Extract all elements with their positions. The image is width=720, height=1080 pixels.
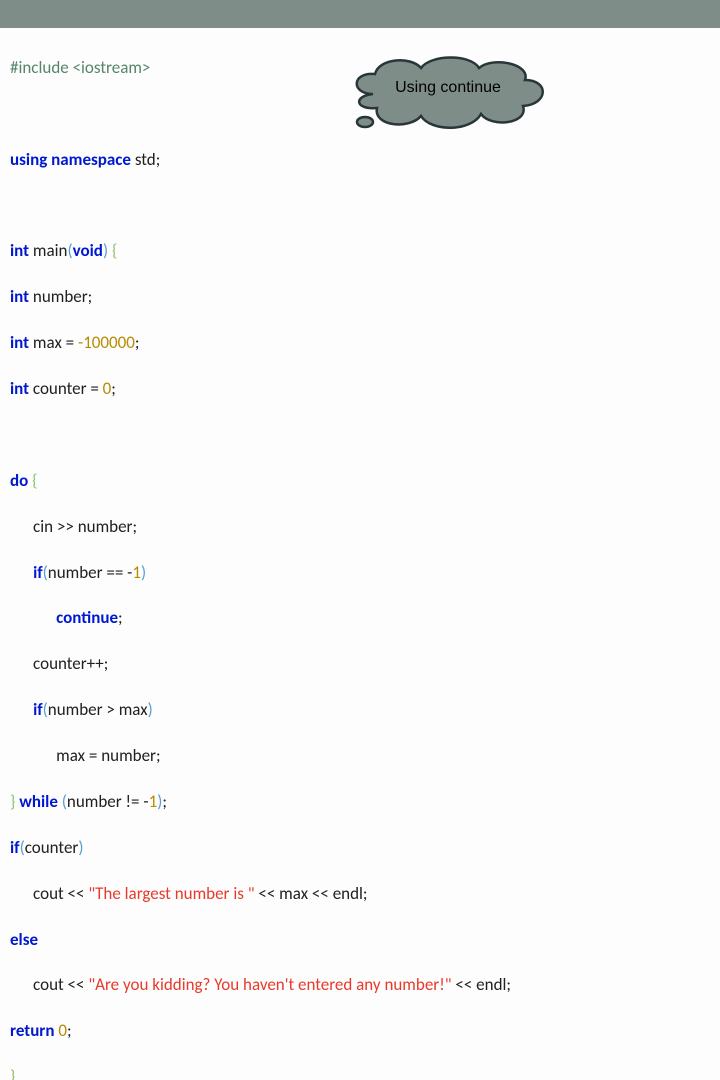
code-line: else xyxy=(10,929,710,952)
code-line: int max = -100000; xyxy=(10,332,710,355)
indent xyxy=(10,607,56,628)
kw: while xyxy=(19,791,62,812)
num: 1 xyxy=(132,562,141,583)
paren: ) xyxy=(141,562,146,583)
fn-name: main xyxy=(33,240,68,261)
txt: cout << xyxy=(10,883,88,904)
preproc: #include xyxy=(10,57,73,78)
code-line: } xyxy=(10,1066,710,1080)
kw: int xyxy=(10,286,33,307)
txt: max = xyxy=(33,332,78,353)
blank-line xyxy=(10,195,710,218)
string: "Are you kidding? You haven't entered an… xyxy=(88,974,451,995)
code-line: continue; xyxy=(10,607,710,630)
kw: else xyxy=(10,929,38,950)
txt: counter = xyxy=(33,378,103,399)
kw: do xyxy=(10,470,32,491)
code-line: return 0; xyxy=(10,1020,710,1043)
num: 0 xyxy=(103,378,112,399)
code-line: do { xyxy=(10,470,710,493)
kw: continue xyxy=(56,607,118,628)
code-line: cin >> number; xyxy=(10,516,710,539)
kw: return xyxy=(10,1020,58,1041)
paren: ) xyxy=(148,699,153,720)
num: 1 xyxy=(149,791,158,812)
txt: ; xyxy=(162,791,167,812)
txt: ; xyxy=(67,1020,72,1041)
txt: counter++; xyxy=(10,653,108,674)
txt: << max << endl; xyxy=(255,883,368,904)
txt: number; xyxy=(33,286,92,307)
paren: ) xyxy=(103,240,112,261)
txt: cin >> number; xyxy=(10,516,137,537)
kw: using namespace xyxy=(10,149,135,170)
code-line: int counter = 0; xyxy=(10,378,710,401)
brace: } xyxy=(10,791,19,812)
code-line: if(number > max) xyxy=(10,699,710,722)
txt: counter xyxy=(25,837,79,858)
callout-label: Using continue xyxy=(343,54,553,122)
kw: int xyxy=(10,332,33,353)
brace: } xyxy=(10,1066,15,1080)
header-bar xyxy=(0,0,720,28)
code-line: counter++; xyxy=(10,653,710,676)
txt: ; xyxy=(118,607,123,628)
code-line: cout << "The largest number is " << max … xyxy=(10,883,710,906)
indent xyxy=(10,562,33,583)
kw: if xyxy=(33,562,43,583)
code-line: max = number; xyxy=(10,745,710,768)
kw: if xyxy=(10,837,20,858)
code-line: if(number == -1) xyxy=(10,562,710,585)
code-line: if(counter) xyxy=(10,837,710,860)
txt: << endl; xyxy=(452,974,511,995)
kw: if xyxy=(33,699,43,720)
txt: ; xyxy=(135,332,140,353)
kw: void xyxy=(73,240,103,261)
txt: cout << xyxy=(10,974,88,995)
code-line: using namespace std; xyxy=(10,149,710,172)
brace: { xyxy=(112,240,117,261)
txt: number > max xyxy=(48,699,148,720)
kw: int xyxy=(10,240,33,261)
code-block: #include <iostream> using namespace std;… xyxy=(0,28,720,1080)
string: "The largest number is " xyxy=(88,883,254,904)
txt: max = number; xyxy=(10,745,161,766)
kw: int xyxy=(10,378,33,399)
code-line: } while (number != -1); xyxy=(10,791,710,814)
num: 0 xyxy=(58,1020,67,1041)
callout-cloud: Using continue xyxy=(343,54,553,132)
include-target: <iostream> xyxy=(73,57,151,78)
txt: number == - xyxy=(48,562,133,583)
code-line: int main(void) { xyxy=(10,240,710,263)
code-line: int number; xyxy=(10,286,710,309)
txt: ; xyxy=(111,378,116,399)
paren: ) xyxy=(78,837,83,858)
blank-line xyxy=(10,424,710,447)
txt: number != - xyxy=(67,791,149,812)
brace: { xyxy=(32,470,37,491)
code-line: cout << "Are you kidding? You haven't en… xyxy=(10,974,710,997)
indent xyxy=(10,699,33,720)
txt: std; xyxy=(135,149,160,170)
num: -100000 xyxy=(78,332,135,353)
